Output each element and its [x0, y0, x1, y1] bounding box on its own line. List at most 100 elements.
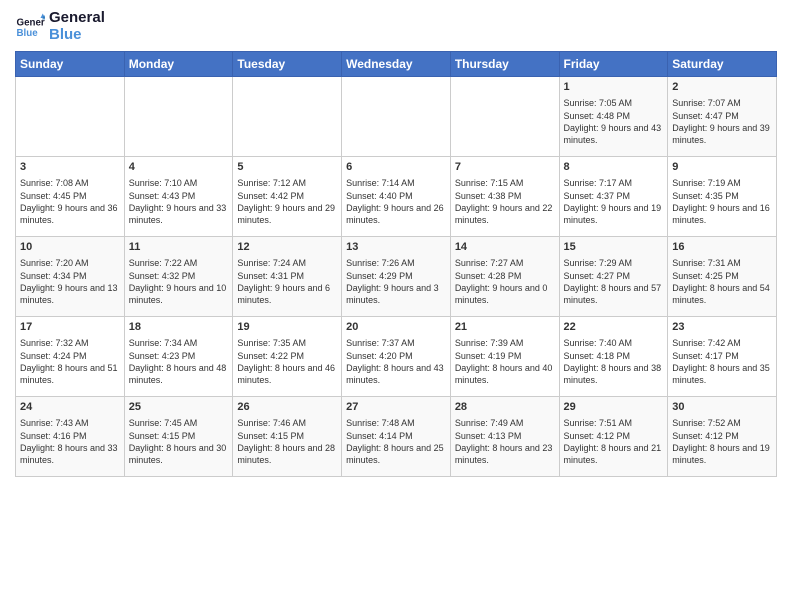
- day-cell: 15 Sunrise: 7:29 AM Sunset: 4:27 PM Dayli…: [559, 237, 668, 317]
- day-cell: 14 Sunrise: 7:27 AM Sunset: 4:28 PM Dayli…: [450, 237, 559, 317]
- weekday-header-wednesday: Wednesday: [342, 52, 451, 77]
- day-number: 19: [237, 320, 337, 335]
- weekday-header-monday: Monday: [124, 52, 233, 77]
- day-info: Sunrise: 7:43 AM Sunset: 4:16 PM Dayligh…: [20, 417, 120, 466]
- day-info: Sunrise: 7:32 AM Sunset: 4:24 PM Dayligh…: [20, 337, 120, 386]
- day-number: 22: [564, 320, 664, 335]
- day-info: Sunrise: 7:35 AM Sunset: 4:22 PM Dayligh…: [237, 337, 337, 386]
- day-info: Sunrise: 7:27 AM Sunset: 4:28 PM Dayligh…: [455, 257, 555, 306]
- day-number: 12: [237, 240, 337, 255]
- day-number: 28: [455, 400, 555, 415]
- day-cell: 20 Sunrise: 7:37 AM Sunset: 4:20 PM Dayli…: [342, 317, 451, 397]
- weekday-header-tuesday: Tuesday: [233, 52, 342, 77]
- day-number: 7: [455, 160, 555, 175]
- day-cell: [450, 77, 559, 157]
- day-info: Sunrise: 7:26 AM Sunset: 4:29 PM Dayligh…: [346, 257, 446, 306]
- day-info: Sunrise: 7:07 AM Sunset: 4:47 PM Dayligh…: [672, 97, 772, 146]
- day-cell: 17 Sunrise: 7:32 AM Sunset: 4:24 PM Dayli…: [16, 317, 125, 397]
- day-info: Sunrise: 7:40 AM Sunset: 4:18 PM Dayligh…: [564, 337, 664, 386]
- calendar-table: SundayMondayTuesdayWednesdayThursdayFrid…: [15, 51, 777, 477]
- day-number: 24: [20, 400, 120, 415]
- day-cell: 19 Sunrise: 7:35 AM Sunset: 4:22 PM Dayli…: [233, 317, 342, 397]
- day-cell: 16 Sunrise: 7:31 AM Sunset: 4:25 PM Dayli…: [668, 237, 777, 317]
- day-cell: 24 Sunrise: 7:43 AM Sunset: 4:16 PM Dayli…: [16, 397, 125, 477]
- day-cell: 22 Sunrise: 7:40 AM Sunset: 4:18 PM Dayli…: [559, 317, 668, 397]
- day-info: Sunrise: 7:19 AM Sunset: 4:35 PM Dayligh…: [672, 177, 772, 226]
- day-number: 25: [129, 400, 229, 415]
- page: General Blue General Blue SundayMondayTu…: [0, 0, 792, 612]
- day-cell: 2Sunrise: 7:07 AM Sunset: 4:47 PM Daylig…: [668, 77, 777, 157]
- day-cell: [342, 77, 451, 157]
- svg-text:Blue: Blue: [17, 28, 39, 39]
- day-info: Sunrise: 7:14 AM Sunset: 4:40 PM Dayligh…: [346, 177, 446, 226]
- logo-icon: General Blue: [15, 12, 45, 42]
- day-number: 10: [20, 240, 120, 255]
- day-info: Sunrise: 7:37 AM Sunset: 4:20 PM Dayligh…: [346, 337, 446, 386]
- day-cell: 21 Sunrise: 7:39 AM Sunset: 4:19 PM Dayli…: [450, 317, 559, 397]
- day-info: Sunrise: 7:29 AM Sunset: 4:27 PM Dayligh…: [564, 257, 664, 306]
- day-info: Sunrise: 7:22 AM Sunset: 4:32 PM Dayligh…: [129, 257, 229, 306]
- calendar-header: SundayMondayTuesdayWednesdayThursdayFrid…: [16, 52, 777, 77]
- day-cell: 9 Sunrise: 7:19 AM Sunset: 4:35 PM Daylig…: [668, 157, 777, 237]
- day-cell: 3 Sunrise: 7:08 AM Sunset: 4:45 PM Daylig…: [16, 157, 125, 237]
- day-info: Sunrise: 7:34 AM Sunset: 4:23 PM Dayligh…: [129, 337, 229, 386]
- day-number: 20: [346, 320, 446, 335]
- day-number: 23: [672, 320, 772, 335]
- day-number: 6: [346, 160, 446, 175]
- day-info: Sunrise: 7:39 AM Sunset: 4:19 PM Dayligh…: [455, 337, 555, 386]
- day-info: Sunrise: 7:52 AM Sunset: 4:12 PM Dayligh…: [672, 417, 772, 466]
- day-info: Sunrise: 7:49 AM Sunset: 4:13 PM Dayligh…: [455, 417, 555, 466]
- day-info: Sunrise: 7:17 AM Sunset: 4:37 PM Dayligh…: [564, 177, 664, 226]
- day-info: Sunrise: 7:15 AM Sunset: 4:38 PM Dayligh…: [455, 177, 555, 226]
- day-info: Sunrise: 7:10 AM Sunset: 4:43 PM Dayligh…: [129, 177, 229, 226]
- weekday-header-sunday: Sunday: [16, 52, 125, 77]
- day-number: 1: [564, 80, 664, 95]
- day-number: 16: [672, 240, 772, 255]
- day-info: Sunrise: 7:48 AM Sunset: 4:14 PM Dayligh…: [346, 417, 446, 466]
- day-number: 21: [455, 320, 555, 335]
- day-cell: 11 Sunrise: 7:22 AM Sunset: 4:32 PM Dayli…: [124, 237, 233, 317]
- day-cell: 5 Sunrise: 7:12 AM Sunset: 4:42 PM Daylig…: [233, 157, 342, 237]
- day-cell: 7 Sunrise: 7:15 AM Sunset: 4:38 PM Daylig…: [450, 157, 559, 237]
- day-cell: [124, 77, 233, 157]
- weekday-header-friday: Friday: [559, 52, 668, 77]
- day-cell: 25 Sunrise: 7:45 AM Sunset: 4:15 PM Dayli…: [124, 397, 233, 477]
- day-number: 17: [20, 320, 120, 335]
- day-number: 9: [672, 160, 772, 175]
- day-number: 13: [346, 240, 446, 255]
- day-number: 15: [564, 240, 664, 255]
- week-row-5: 24 Sunrise: 7:43 AM Sunset: 4:16 PM Dayli…: [16, 397, 777, 477]
- day-cell: 26Sunrise: 7:46 AM Sunset: 4:15 PM Dayli…: [233, 397, 342, 477]
- day-number: 11: [129, 240, 229, 255]
- day-info: Sunrise: 7:20 AM Sunset: 4:34 PM Dayligh…: [20, 257, 120, 306]
- day-cell: 4Sunrise: 7:10 AM Sunset: 4:43 PM Daylig…: [124, 157, 233, 237]
- calendar-body: 1Sunrise: 7:05 AM Sunset: 4:48 PM Daylig…: [16, 77, 777, 477]
- day-number: 14: [455, 240, 555, 255]
- week-row-1: 1Sunrise: 7:05 AM Sunset: 4:48 PM Daylig…: [16, 77, 777, 157]
- day-cell: 30 Sunrise: 7:52 AM Sunset: 4:12 PM Dayli…: [668, 397, 777, 477]
- day-cell: [233, 77, 342, 157]
- day-cell: 10 Sunrise: 7:20 AM Sunset: 4:34 PM Dayli…: [16, 237, 125, 317]
- day-info: Sunrise: 7:31 AM Sunset: 4:25 PM Dayligh…: [672, 257, 772, 306]
- day-info: Sunrise: 7:08 AM Sunset: 4:45 PM Dayligh…: [20, 177, 120, 226]
- day-number: 8: [564, 160, 664, 175]
- day-info: Sunrise: 7:45 AM Sunset: 4:15 PM Dayligh…: [129, 417, 229, 466]
- week-row-4: 17 Sunrise: 7:32 AM Sunset: 4:24 PM Dayli…: [16, 317, 777, 397]
- week-row-3: 10 Sunrise: 7:20 AM Sunset: 4:34 PM Dayli…: [16, 237, 777, 317]
- day-info: Sunrise: 7:51 AM Sunset: 4:12 PM Dayligh…: [564, 417, 664, 466]
- day-info: Sunrise: 7:42 AM Sunset: 4:17 PM Dayligh…: [672, 337, 772, 386]
- weekday-row: SundayMondayTuesdayWednesdayThursdayFrid…: [16, 52, 777, 77]
- day-cell: 27Sunrise: 7:48 AM Sunset: 4:14 PM Dayli…: [342, 397, 451, 477]
- day-info: Sunrise: 7:46 AM Sunset: 4:15 PM Dayligh…: [237, 417, 337, 466]
- header: General Blue General Blue: [15, 10, 777, 43]
- day-cell: 12Sunrise: 7:24 AM Sunset: 4:31 PM Dayli…: [233, 237, 342, 317]
- day-cell: 13 Sunrise: 7:26 AM Sunset: 4:29 PM Dayli…: [342, 237, 451, 317]
- day-number: 3: [20, 160, 120, 175]
- logo-blue: Blue: [49, 27, 105, 44]
- day-number: 5: [237, 160, 337, 175]
- day-cell: 8 Sunrise: 7:17 AM Sunset: 4:37 PM Daylig…: [559, 157, 668, 237]
- weekday-header-saturday: Saturday: [668, 52, 777, 77]
- day-number: 29: [564, 400, 664, 415]
- day-info: Sunrise: 7:12 AM Sunset: 4:42 PM Dayligh…: [237, 177, 337, 226]
- day-number: 30: [672, 400, 772, 415]
